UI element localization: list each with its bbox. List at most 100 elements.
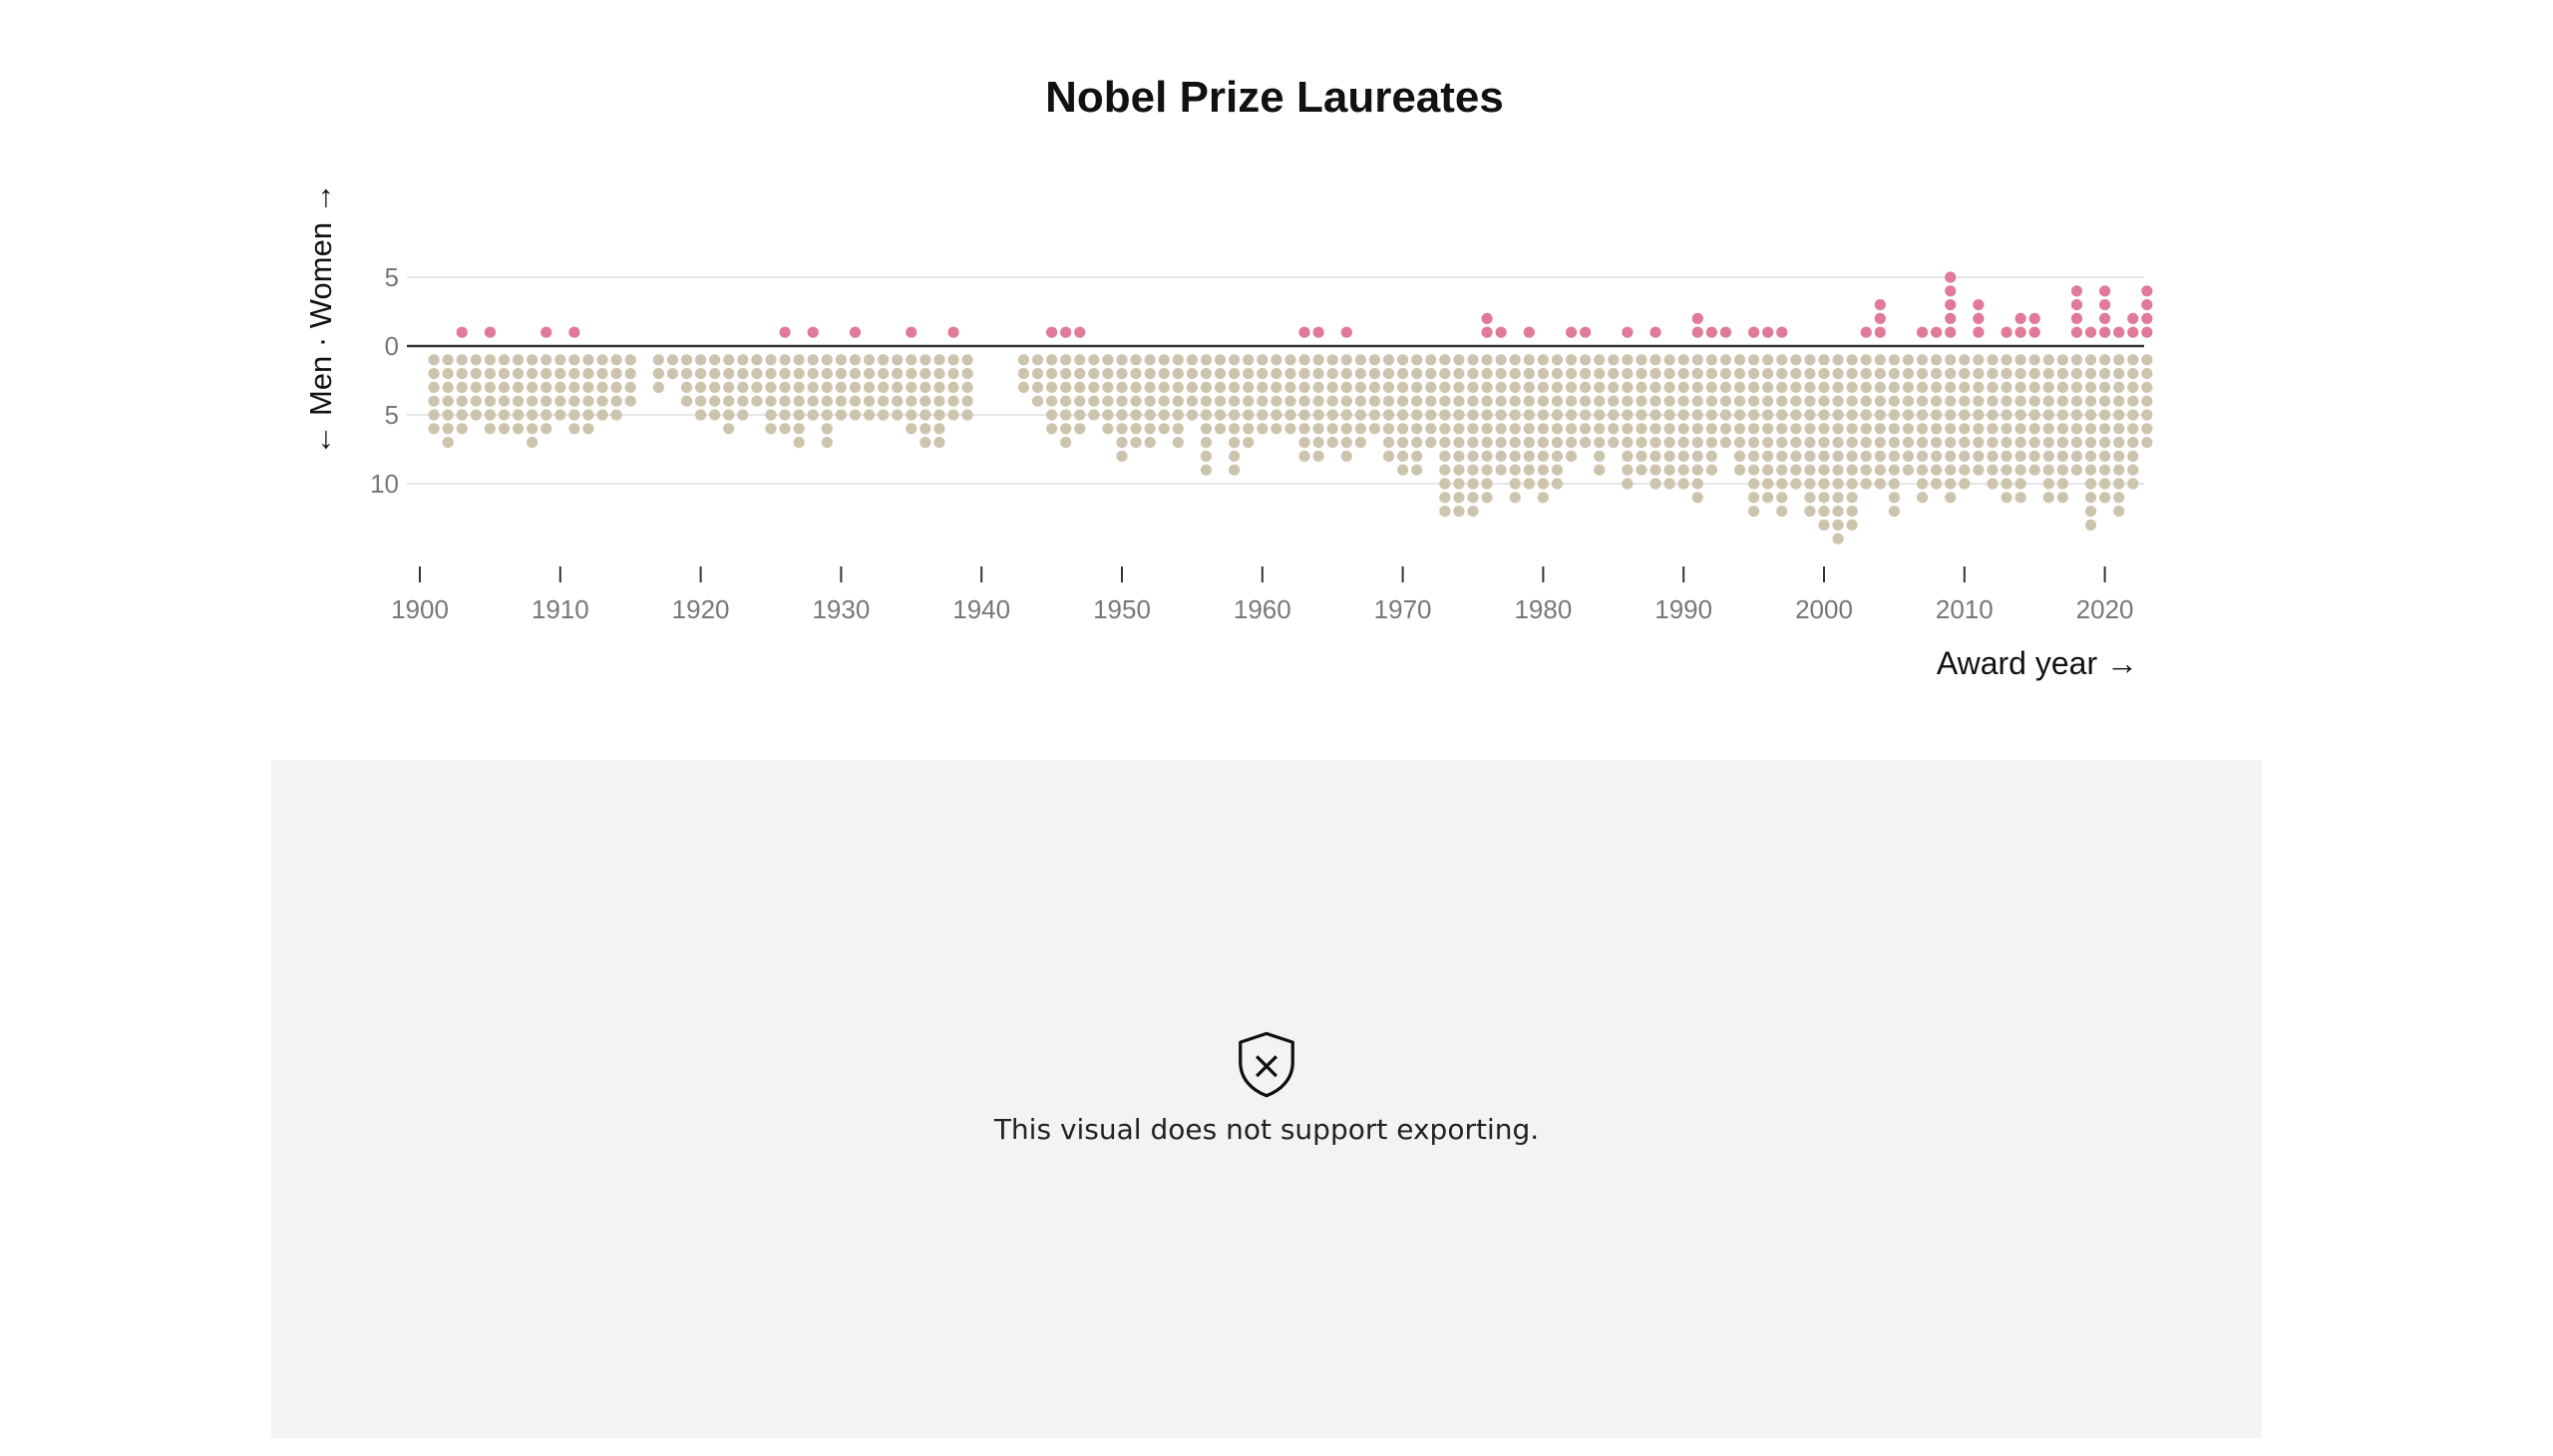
men-dot <box>1580 409 1592 421</box>
women-dot <box>2014 312 2026 324</box>
men-dot <box>1439 423 1451 435</box>
men-dot <box>878 368 890 380</box>
men-dot <box>1874 395 1886 407</box>
men-dot <box>1046 395 1058 407</box>
men-dot <box>498 395 511 407</box>
men-dot <box>2099 409 2111 421</box>
men-dot <box>1608 368 1620 380</box>
men-dot <box>1818 395 1830 407</box>
men-dot <box>1636 354 1647 366</box>
men-dot <box>1874 478 1886 490</box>
men-dot <box>1677 478 1689 490</box>
men-dot <box>1677 381 1689 393</box>
men-dot <box>1495 450 1507 462</box>
men-dot <box>1144 423 1156 435</box>
men-dot <box>878 354 890 366</box>
men-dot <box>1832 506 1844 518</box>
men-dot <box>1158 395 1170 407</box>
men-dot <box>1762 464 1774 476</box>
men-dot <box>1326 423 1338 435</box>
men-dot <box>1580 381 1592 393</box>
men-dot <box>1271 381 1282 393</box>
men-dot <box>709 381 721 393</box>
men-dot <box>1397 368 1409 380</box>
men-dot <box>1172 423 1184 435</box>
men-dot <box>2141 368 2153 380</box>
men-dot <box>1439 464 1451 476</box>
men-dot <box>2014 395 2026 407</box>
men-dot <box>1158 409 1170 421</box>
export-placeholder-panel: This visual does not support exporting. <box>271 760 2262 1438</box>
men-dot <box>527 354 539 366</box>
men-dot <box>1959 437 1971 449</box>
men-dot <box>568 354 580 366</box>
men-dot <box>2056 464 2068 476</box>
men-dot <box>2042 409 2054 421</box>
men-dot <box>1594 409 1606 421</box>
women-dot <box>1931 326 1943 338</box>
men-dot <box>1818 354 1830 366</box>
men-dot <box>947 395 959 407</box>
men-dot <box>1832 437 1844 449</box>
men-dot <box>1790 368 1802 380</box>
men-dot <box>1846 368 1858 380</box>
men-dot <box>1326 395 1338 407</box>
men-dot <box>1537 354 1549 366</box>
men-dot <box>1439 409 1451 421</box>
men-dot <box>610 395 622 407</box>
men-dot <box>1397 437 1409 449</box>
men-dot <box>1116 395 1128 407</box>
men-dot <box>1060 395 1072 407</box>
men-dot <box>541 381 552 393</box>
women-dot <box>849 326 862 338</box>
men-dot <box>568 381 580 393</box>
men-dot <box>1902 423 1915 435</box>
men-dot <box>1790 437 1802 449</box>
men-dot <box>1116 354 1128 366</box>
men-dot <box>1439 437 1451 449</box>
men-dot <box>1888 354 1900 366</box>
men-dot <box>695 409 707 421</box>
men-dot <box>1762 423 1774 435</box>
men-dot <box>1916 478 1929 490</box>
men-dot <box>849 409 862 421</box>
men-dot <box>1060 381 1072 393</box>
men-dot <box>1200 409 1213 421</box>
men-dot <box>1594 437 1606 449</box>
men-dot <box>849 354 862 366</box>
men-dot <box>1453 464 1465 476</box>
men-dot <box>1312 423 1324 435</box>
men-dot <box>2113 423 2125 435</box>
men-dot <box>1959 464 1971 476</box>
men-dot <box>779 354 791 366</box>
men-dot <box>1495 381 1507 393</box>
men-dot <box>1888 464 1900 476</box>
men-dot <box>1832 519 1844 531</box>
men-dot <box>1340 381 1352 393</box>
men-dot <box>2014 437 2026 449</box>
men-dot <box>2070 354 2083 366</box>
men-dot <box>1354 437 1366 449</box>
men-dot <box>947 368 959 380</box>
men-dot <box>1622 409 1634 421</box>
men-dot <box>723 368 735 380</box>
men-dot <box>1312 368 1324 380</box>
men-dot <box>1608 437 1620 449</box>
men-dot <box>1931 478 1943 490</box>
men-dot <box>723 423 735 435</box>
men-dot <box>652 354 664 366</box>
men-dot <box>1973 409 1985 421</box>
men-dot <box>1719 409 1732 421</box>
men-dot <box>1987 368 1999 380</box>
men-dot <box>695 395 707 407</box>
men-dot <box>2084 437 2097 449</box>
women-dot <box>2099 285 2111 297</box>
men-dot <box>1031 395 1044 407</box>
men-dot <box>1523 423 1535 435</box>
men-dot <box>1677 395 1689 407</box>
men-dot <box>1649 381 1661 393</box>
men-dot <box>849 368 862 380</box>
men-dot <box>765 354 777 366</box>
men-dot <box>2028 381 2040 393</box>
men-dot <box>793 437 805 449</box>
